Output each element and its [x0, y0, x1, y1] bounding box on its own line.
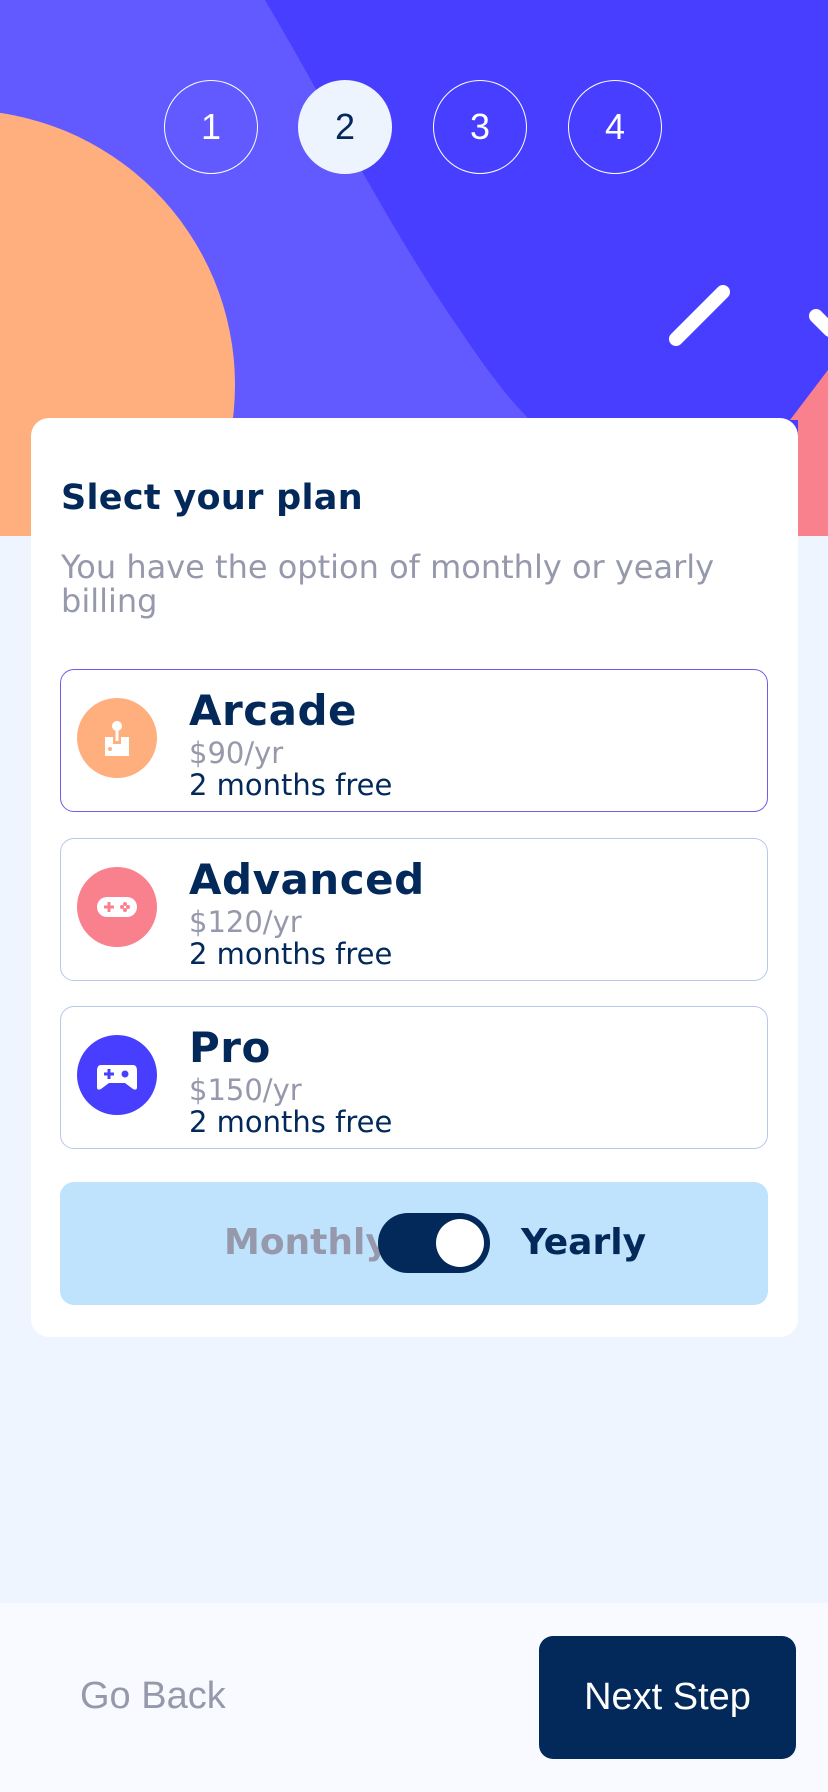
- step-2-active[interactable]: 2: [298, 80, 392, 174]
- plan-card: Slect your plan You have the option of m…: [31, 418, 798, 1337]
- billing-toggle-bar: Monthly Yearly: [60, 1182, 768, 1305]
- step-4[interactable]: 4: [568, 80, 662, 174]
- next-step-button[interactable]: Next Step: [539, 1636, 796, 1759]
- toggle-knob: [436, 1219, 484, 1267]
- plan-option-pro[interactable]: Pro $150/yr 2 months free: [60, 1006, 768, 1149]
- plan-price: $120/yr: [189, 905, 302, 939]
- billing-toggle-switch[interactable]: [378, 1213, 490, 1273]
- advanced-icon: [77, 867, 157, 947]
- plan-price: $90/yr: [189, 736, 284, 770]
- go-back-button[interactable]: Go Back: [80, 1675, 226, 1718]
- monthly-label[interactable]: Monthly: [224, 1222, 389, 1263]
- plan-name: Pro: [189, 1023, 271, 1072]
- plan-promo: 2 months free: [189, 937, 393, 971]
- footer-bar: Go Back Next Step: [0, 1603, 828, 1792]
- step-3[interactable]: 3: [433, 80, 527, 174]
- plan-price: $150/yr: [189, 1073, 302, 1107]
- plan-promo: 2 months free: [189, 768, 393, 802]
- page-subtitle: You have the option of monthly or yearly…: [61, 548, 715, 620]
- plan-promo: 2 months free: [189, 1105, 393, 1139]
- yearly-label[interactable]: Yearly: [521, 1222, 646, 1263]
- plan-name: Advanced: [189, 855, 425, 904]
- step-1[interactable]: 1: [164, 80, 258, 174]
- plan-name: Arcade: [189, 686, 358, 735]
- step-indicator: 1 2 3 4: [164, 80, 664, 176]
- arcade-icon: [77, 698, 157, 778]
- pro-icon: [77, 1035, 157, 1115]
- page-title: Slect your plan: [61, 478, 363, 518]
- plan-option-arcade[interactable]: Arcade $90/yr 2 months free: [60, 669, 768, 812]
- plan-option-advanced[interactable]: Advanced $120/yr 2 months free: [60, 838, 768, 981]
